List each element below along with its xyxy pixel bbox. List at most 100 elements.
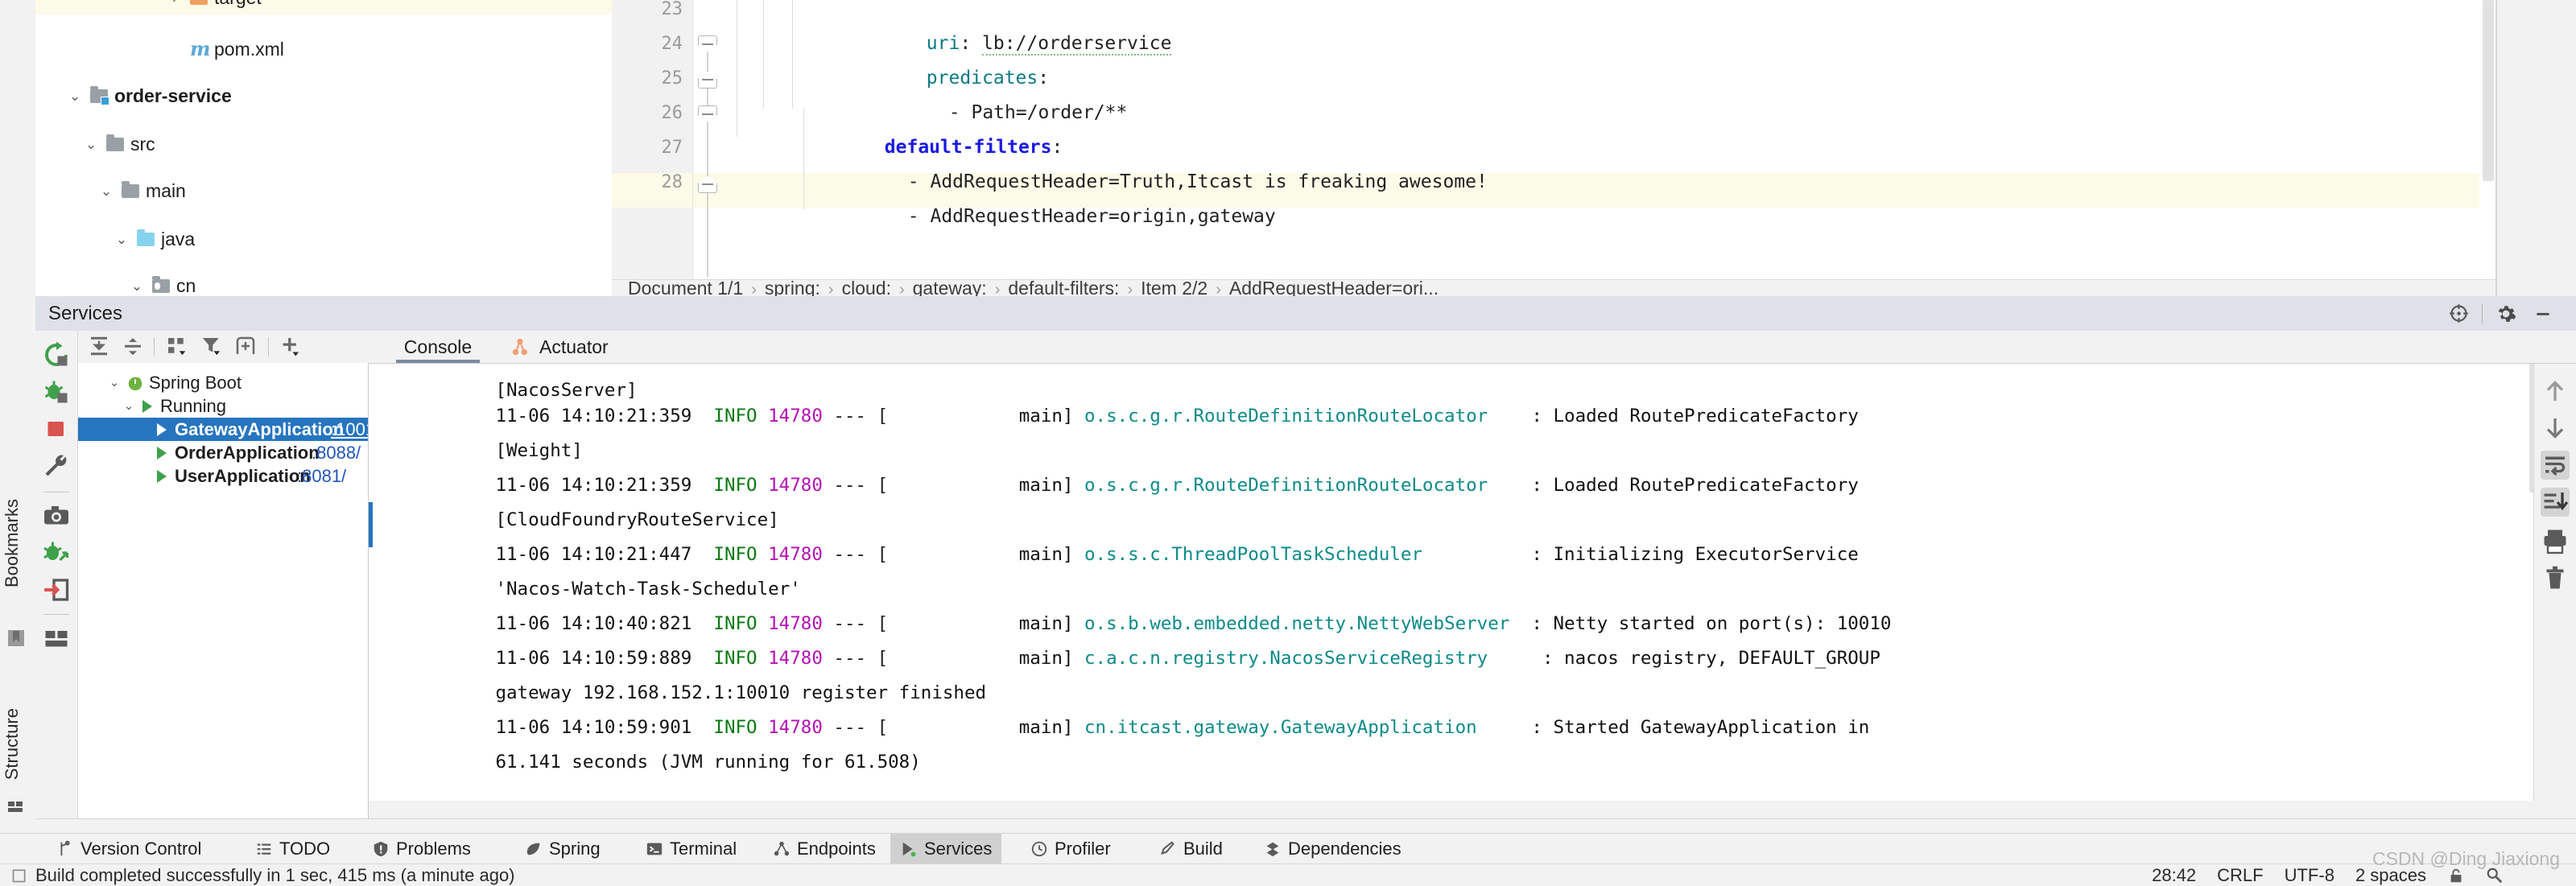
tool-window-services[interactable]: Services <box>890 834 1002 864</box>
bookmark-flag-icon <box>6 628 27 649</box>
code-line-25: - Path=/order/** <box>860 61 2496 123</box>
line-separator[interactable]: CRLF <box>2217 864 2263 886</box>
tree-item-src[interactable]: ⌄ src <box>35 129 612 161</box>
layout-icon[interactable] <box>42 624 71 653</box>
tool-window-endpoints[interactable]: Endpoints <box>763 834 886 864</box>
chevron-down-icon[interactable]: ⌄ <box>64 80 85 113</box>
tab-console[interactable]: Console <box>396 331 480 363</box>
filter-icon[interactable] <box>199 334 226 360</box>
fold-marker-start[interactable] <box>698 105 717 123</box>
code-editor[interactable]: 23 24 25 26 27 28 uri: lb://orderservice… <box>612 0 2496 279</box>
services-tree-item-gateway-application[interactable]: GatewayApplication :10010/ <box>78 418 368 441</box>
services-tree-item-port[interactable]: :8088/ <box>312 441 361 464</box>
console-log-line: 11-06 14:10:40:821 INFO 14780 --- [ main… <box>495 613 1892 634</box>
strip-label-bookmarks[interactable]: Bookmarks <box>2 499 23 587</box>
tool-window-todo[interactable]: TODO <box>246 834 340 864</box>
screenshot-icon[interactable] <box>42 501 71 530</box>
console-log-continuation: 'Nacos-Watch-Task-Scheduler' <box>386 538 800 600</box>
clear-all-icon[interactable] <box>2541 563 2570 592</box>
chevron-down-icon[interactable]: ⌄ <box>80 129 101 161</box>
caret-position[interactable]: 28:42 <box>2152 864 2196 886</box>
scroll-down-icon[interactable] <box>2541 414 2570 443</box>
tree-item-label: main <box>146 180 186 201</box>
log-message: : Loaded RoutePredicateFactory <box>1531 475 1859 496</box>
tree-item-target[interactable]: › target <box>35 0 612 14</box>
console-output[interactable]: [NacosServer] 11-06 14:10:21:359 INFO 14… <box>369 364 2534 801</box>
services-tree-item-port[interactable]: :10010/ <box>331 418 368 441</box>
line-number: 23 <box>661 0 683 19</box>
services-tree[interactable]: ⌄ Spring Boot ⌄ Running GatewayApplicati… <box>78 363 369 833</box>
dependencies-icon <box>1264 840 1282 858</box>
gear-icon[interactable] <box>2487 296 2524 331</box>
debug-icon[interactable] <box>42 377 71 406</box>
package-icon <box>151 270 171 296</box>
tool-window-label: Version Control <box>80 839 202 859</box>
console-log-continuation: 61.141 seconds (JVM running for 61.508) <box>386 711 920 773</box>
code-line-28: - AddRequestHeader=origin,gateway <box>819 165 2496 227</box>
group-by-icon[interactable] <box>163 334 191 360</box>
status-message: Build completed successfully in 1 sec, 4… <box>35 865 515 885</box>
console-log-line: 11-06 14:10:59:901 INFO 14780 --- [ main… <box>495 717 1870 738</box>
services-tree-item-spring-boot[interactable]: ⌄ Spring Boot <box>78 371 368 394</box>
tree-item-java[interactable]: ⌄ java <box>35 224 612 256</box>
tree-item-pom-xml[interactable]: m pom.xml <box>35 34 612 66</box>
tree-item-cn[interactable]: ⌄ cn <box>35 270 612 296</box>
tool-window-build[interactable]: Build <box>1150 834 1232 864</box>
editor-gutter[interactable]: 23 24 25 26 27 28 <box>612 0 693 279</box>
console-log-line: 11-06 14:10:21:359 INFO 14780 --- [ main… <box>495 475 1859 496</box>
profiler-icon <box>1030 840 1048 858</box>
tool-window-terminal[interactable]: Terminal <box>636 834 746 864</box>
log-thread: main] <box>1018 475 1074 496</box>
tool-window-problems[interactable]: Problems <box>362 834 481 864</box>
services-tree-item-running[interactable]: ⌄ Running <box>78 394 368 418</box>
soft-wrap-icon[interactable] <box>2541 451 2570 480</box>
chevron-down-icon[interactable]: ⌄ <box>120 394 138 418</box>
project-tree[interactable]: › target m pom.xml ⌄ order-service ⌄ src… <box>35 0 613 296</box>
editor-scrollbar-thumb[interactable] <box>2483 0 2494 181</box>
minimize-icon[interactable] <box>2524 296 2562 331</box>
chevron-down-icon[interactable]: ⌄ <box>126 270 147 296</box>
chevron-down-icon[interactable]: ⌄ <box>111 224 132 256</box>
strip-label-structure[interactable]: Structure <box>2 708 23 780</box>
services-tree-item-order-application[interactable]: OrderApplication :8088/ <box>78 441 368 464</box>
add-service-icon[interactable] <box>278 334 305 360</box>
tree-item-main[interactable]: ⌄ main <box>35 175 612 208</box>
console-log-continuation: gateway 192.168.152.1:10010 register fin… <box>386 641 986 703</box>
import-icon[interactable] <box>42 575 71 604</box>
log-message: : Started GatewayApplication in <box>1531 717 1870 738</box>
print-icon[interactable] <box>2541 526 2570 555</box>
services-tree-item-port[interactable]: :8081/ <box>297 464 346 488</box>
tool-window-spring[interactable]: Spring <box>515 834 610 864</box>
show-configurations-icon[interactable] <box>233 334 260 360</box>
tab-actuator[interactable]: Actuator <box>510 331 609 363</box>
folder-icon <box>120 175 141 208</box>
locate-icon[interactable] <box>2440 296 2477 331</box>
attach-debugger-icon[interactable] <box>42 538 71 567</box>
services-tree-item-user-application[interactable]: UserApplication :8081/ <box>78 464 368 488</box>
scroll-up-icon[interactable] <box>2541 377 2570 406</box>
fold-marker-end[interactable] <box>698 71 717 89</box>
chevron-down-icon[interactable]: ⌄ <box>96 175 117 208</box>
stop-icon[interactable] <box>42 414 71 443</box>
chevron-down-icon[interactable]: ⌄ <box>105 371 123 394</box>
tool-window-dependencies[interactable]: Dependencies <box>1254 834 1411 864</box>
tool-window-version-control[interactable]: Version Control <box>47 834 211 864</box>
log-level: INFO <box>713 406 758 427</box>
tool-window-profiler[interactable]: Profiler <box>1021 834 1121 864</box>
log-thread: main] <box>1018 544 1074 565</box>
chevron-right-icon[interactable]: › <box>164 0 185 14</box>
folder-target-icon <box>188 0 209 14</box>
tree-item-label: pom.xml <box>214 38 284 60</box>
collapse-all-icon[interactable] <box>120 334 147 360</box>
settings-wrench-icon[interactable] <box>42 453 71 482</box>
tool-window-label: Profiler <box>1055 839 1111 859</box>
fold-marker-start[interactable] <box>698 35 717 53</box>
file-encoding[interactable]: UTF-8 <box>2285 864 2334 886</box>
expand-all-icon[interactable] <box>86 334 114 360</box>
scroll-to-end-icon[interactable] <box>2541 488 2570 517</box>
code-text-area[interactable]: uri: lb://orderservice predicates: - Pat… <box>724 0 2496 279</box>
tree-item-order-service[interactable]: ⌄ order-service <box>35 80 612 113</box>
console-log-line: 11-06 14:10:21:447 INFO 14780 --- [ main… <box>495 544 1859 565</box>
rerun-icon[interactable] <box>42 340 71 369</box>
bottom-tool-window-bar: Version Control TODO Problems Spring Ter… <box>0 833 2576 864</box>
